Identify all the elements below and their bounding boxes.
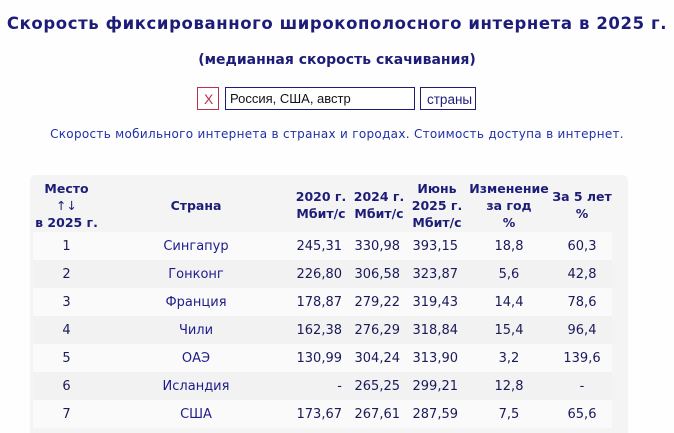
cell-2020: 130,99 [292,344,350,372]
cell-june-2025: 313,90 [408,344,466,372]
header-five-line1: За 5 лет [552,189,612,204]
table-row: 6 Исландия -265,25 299,21 12,8- [33,372,612,400]
header-june-year: 2025 г. [411,197,463,213]
cell-june-2025: 318,84 [408,316,466,344]
table-row: 2 Гонконг 226,80 306,58 323,87 5,6 42,8 [33,260,612,288]
country-link[interactable]: Чили [179,323,213,338]
info-link-text[interactable]: Скорость мобильного интернета в странах … [50,124,624,144]
cell-rank: 6 [33,372,100,400]
cell-2020: 162,38 [292,316,350,344]
table-header-row: Место ↑↓ в 2025 г. Страна 2020 г. Мбит/с… [33,178,612,232]
cell-five-years: 42,8 [552,260,612,288]
cell-change: 7,5 [466,400,552,428]
cell-rank: 7 [33,400,100,428]
cell-june-2025: 287,59 [408,400,466,428]
header-change-unit: % [502,214,516,230]
cell-change: 5,6 [466,260,552,288]
speed-table: Место ↑↓ в 2025 г. Страна 2020 г. Мбит/с… [33,178,612,428]
country-link[interactable]: Сингапур [163,239,228,254]
cell-country: США [100,400,292,428]
country-link[interactable]: ОАЭ [182,351,210,366]
table-row: 4 Чили 162,38 276,29 318,84 15,4 96,4 [33,316,612,344]
cell-rank: 5 [33,344,100,372]
cell-rank: 3 [33,288,100,316]
cell-june-2025: 319,43 [408,288,466,316]
cell-2024: 306,58 [350,260,408,288]
cell-2024: 304,24 [350,344,408,372]
cell-2020: 178,87 [292,288,350,316]
cell-country: Гонконг [100,260,292,288]
header-five-unit: % [575,206,589,221]
cell-five-years: 139,6 [552,344,612,372]
country-link[interactable]: Гонконг [168,267,224,282]
cell-change: 12,8 [466,372,552,400]
header-rank-label: Место [44,180,89,196]
cell-rank: 2 [33,260,100,288]
cell-five-years: 78,6 [552,288,612,316]
table-row: 5 ОАЭ 130,99 304,24 313,90 3,2 139,6 [33,344,612,372]
cell-2020: - [292,372,350,400]
header-change-line1: Изменение [469,180,549,196]
cell-2024: 276,29 [350,316,408,344]
country-link[interactable]: Франция [165,295,226,310]
page-title: Скорость фиксированного широкополосного … [6,14,668,33]
header-june-month: Июнь [417,180,457,196]
cell-country: ОАЭ [100,344,292,372]
cell-change: 3,2 [466,344,552,372]
cell-change: 15,4 [466,316,552,344]
header-change-line2: за год [486,197,532,213]
cell-change: 18,8 [466,232,552,260]
header-five-years: За 5 лет % [552,178,612,232]
countries-button[interactable]: страны [420,87,476,110]
country-search-input[interactable] [225,87,415,110]
header-2020-unit: Мбит/с [296,206,346,221]
cell-june-2025: 393,15 [408,232,466,260]
cell-2024: 267,61 [350,400,408,428]
cell-2020: 173,67 [292,400,350,428]
country-link[interactable]: США [180,407,212,422]
cell-rank: 4 [33,316,100,344]
page: Скорость фиксированного широкополосного … [0,0,674,433]
table-body: 1 Сингапур 245,31 330,98 393,15 18,8 60,3 2 Гонк… [33,232,612,428]
header-2024-year: 2024 г. [353,189,405,204]
cell-june-2025: 323,87 [408,260,466,288]
header-2020-year: 2020 г. [295,189,347,204]
cell-2024: 279,22 [350,288,408,316]
cell-change: 14,4 [466,288,552,316]
cell-country: Чили [100,316,292,344]
header-2024-unit: Мбит/с [354,206,404,221]
header-2024: 2024 г. Мбит/с [350,178,408,232]
header-change: Изменение за год % [466,178,552,232]
country-link[interactable]: Исландия [163,379,230,394]
cell-five-years: 65,6 [552,400,612,428]
cell-june-2025: 299,21 [408,372,466,400]
header-country: Страна [170,197,222,213]
cell-five-years: 60,3 [552,232,612,260]
cell-country: Исландия [100,372,292,400]
table-row: 1 Сингапур 245,31 330,98 393,15 18,8 60,3 [33,232,612,260]
table-row: 3 Франция 178,87 279,22 319,43 14,4 78,6 [33,288,612,316]
cell-country: Сингапур [100,232,292,260]
header-rank-year: в 2025 г. [35,214,98,230]
cell-2024: 330,98 [350,232,408,260]
cell-five-years: - [552,372,612,400]
cell-2024: 265,25 [350,372,408,400]
header-2020: 2020 г. Мбит/с [292,178,350,232]
cell-country: Франция [100,288,292,316]
header-june-2025: Июнь 2025 г. Мбит/с [408,178,466,232]
cell-five-years: 96,4 [552,316,612,344]
clear-filter-button[interactable]: X [197,87,219,110]
table-row: 7 США 173,67 267,61 287,59 7,5 65,6 [33,400,612,428]
header-june-unit: Мбит/с [412,214,462,230]
cell-rank: 1 [33,232,100,260]
speed-table-container: Место ↑↓ в 2025 г. Страна 2020 г. Мбит/с… [30,175,628,433]
header-rank[interactable]: Место ↑↓ в 2025 г. [33,178,100,232]
page-subtitle: (медианная скорость скачивания) [198,52,476,68]
cell-2020: 245,31 [292,232,350,260]
cell-2020: 226,80 [292,260,350,288]
sort-icon[interactable]: ↑↓ [56,198,77,213]
